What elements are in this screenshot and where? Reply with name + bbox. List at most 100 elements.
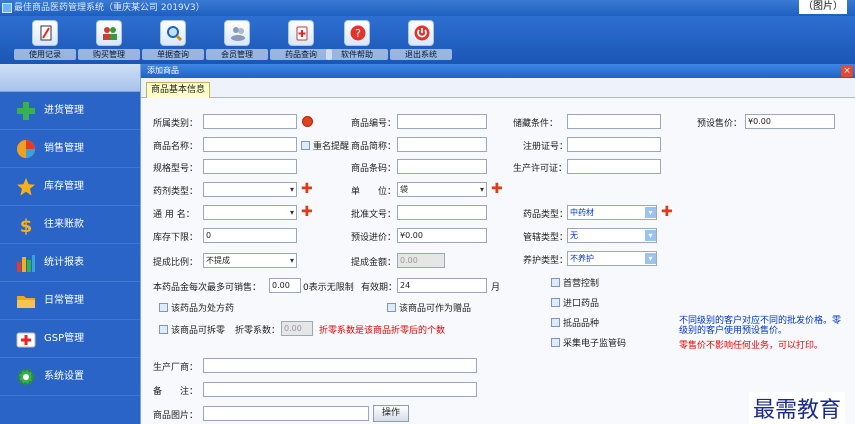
- validity-input[interactable]: 24: [397, 278, 487, 293]
- watermark: 最需教育: [748, 392, 845, 424]
- add-unit-plus-icon[interactable]: ✚: [491, 182, 503, 196]
- svg-text:?: ?: [355, 27, 361, 40]
- discount-note: 折零系数是该商品折零后的个数: [319, 326, 446, 336]
- drug-type-label: 药品类型：: [523, 210, 569, 220]
- dup-check-checkbox[interactable]: 重名提醒: [301, 139, 349, 152]
- drug-type-select[interactable]: 中药材: [567, 205, 657, 220]
- bar-chart-icon: [17, 255, 35, 272]
- dosage-select[interactable]: [203, 182, 297, 197]
- sidebar: 进货管理 销售管理 库存管理 $ 往来账款 统计报表 日常管理 GSP管理 系统…: [0, 64, 140, 424]
- spec-input[interactable]: [203, 159, 297, 174]
- sidebar-item-settings[interactable]: 系统设置: [0, 358, 140, 396]
- remark-label: 备 注：: [153, 387, 199, 397]
- sidebar-item-purchase[interactable]: 进货管理: [0, 92, 140, 130]
- common-name-label: 通 用 名：: [153, 210, 195, 220]
- add-drug-type-plus-icon[interactable]: ✚: [661, 205, 673, 219]
- sidebar-item-reports[interactable]: 统计报表: [0, 244, 140, 282]
- users-icon: [96, 20, 122, 46]
- sidebar-item-sales[interactable]: 销售管理: [0, 130, 140, 168]
- license-input[interactable]: [567, 159, 661, 174]
- stock-low-input[interactable]: 0: [203, 228, 297, 243]
- preset-cost-label: 预设进价：: [351, 233, 397, 243]
- document-query-button[interactable]: 单据查询: [142, 20, 204, 64]
- unit-select[interactable]: 袋: [397, 182, 487, 197]
- help-button[interactable]: ? 软件帮助: [326, 20, 388, 64]
- image-label: 商品图片：: [153, 411, 199, 421]
- commission-ratio-select[interactable]: 不提成: [203, 253, 297, 268]
- approval-label: 批准文号：: [351, 210, 397, 220]
- special-variety-checkbox[interactable]: 抵品品种: [551, 316, 599, 329]
- split-checkbox[interactable]: 该商品可拆零: [159, 323, 225, 336]
- commission-amount-label: 提成金额：: [351, 258, 397, 268]
- barcode-label: 商品条码：: [351, 164, 397, 174]
- max-sale-label: 本药品金每次最多可销售：: [153, 283, 262, 293]
- edit-icon[interactable]: [302, 116, 313, 127]
- prescription-checkbox[interactable]: 该药品为处方药: [159, 301, 234, 314]
- approval-input[interactable]: [397, 205, 487, 220]
- storage-label: 储藏条件：: [513, 119, 559, 129]
- first-control-checkbox[interactable]: 首营控制: [551, 276, 599, 289]
- drug-query-button[interactable]: 药品查询: [270, 20, 332, 64]
- gear-icon: [17, 368, 35, 386]
- maint-type-select[interactable]: 不养护: [567, 251, 657, 266]
- license-label: 生产许可证：: [513, 164, 568, 174]
- category-input[interactable]: [203, 114, 297, 129]
- barcode-input[interactable]: [397, 159, 487, 174]
- title-bar: 最佳商品医药管理系统（重庆某公司 2019V3）: [0, 0, 855, 16]
- preset-cost-input[interactable]: ¥0.00: [397, 228, 487, 243]
- import-checkbox[interactable]: 进口药品: [551, 296, 599, 309]
- validity-unit: 月: [491, 283, 501, 293]
- sidebar-item-accounts[interactable]: $ 往来账款: [0, 206, 140, 244]
- short-name-input[interactable]: [397, 137, 487, 152]
- folder-icon: [17, 296, 35, 308]
- sidebar-item-gsp[interactable]: GSP管理: [0, 320, 140, 358]
- app-icon: [2, 3, 12, 13]
- image-action-button[interactable]: 操作: [373, 405, 409, 422]
- tab-basic-info[interactable]: 商品基本信息: [146, 82, 211, 98]
- ecode-checkbox[interactable]: 采集电子监管码: [551, 336, 626, 349]
- maker-input[interactable]: [203, 358, 477, 373]
- member-manage-button[interactable]: 会员管理: [206, 20, 268, 64]
- product-no-input[interactable]: [397, 114, 487, 129]
- commission-amount-input[interactable]: 0.00: [397, 253, 445, 268]
- unit-label: 单 位：: [351, 187, 397, 197]
- svg-text:$: $: [20, 216, 33, 235]
- plus-icon: [17, 102, 35, 120]
- price-level-note: 不同级别的客户对应不同的批发价格。零级别的客户使用预设售价。: [679, 316, 842, 336]
- category-label: 所属类别：: [153, 119, 199, 129]
- sidebar-item-daily[interactable]: 日常管理: [0, 282, 140, 320]
- max-sale-input[interactable]: 0.00: [269, 278, 301, 293]
- stock-low-label: 库存下限：: [153, 233, 199, 243]
- reg-no-input[interactable]: [567, 137, 661, 152]
- preset-price-input[interactable]: ¥0.00: [745, 114, 835, 129]
- mgmt-type-select[interactable]: 无: [567, 228, 657, 243]
- purchase-manage-button[interactable]: 购买管理: [78, 20, 140, 64]
- usage-record-button[interactable]: 使用记录: [14, 20, 76, 64]
- image-input[interactable]: [203, 406, 369, 421]
- product-no-label: 商品编号：: [351, 119, 397, 129]
- discount-input[interactable]: 0.00: [281, 321, 313, 336]
- name-label: 商品名称：: [153, 142, 199, 152]
- sidebar-item-inventory[interactable]: 库存管理: [0, 168, 140, 206]
- common-name-select[interactable]: [203, 205, 297, 220]
- tab-bar: 商品基本信息: [141, 78, 855, 98]
- notebook-icon: [32, 20, 58, 46]
- mgmt-type-label: 管辖类型：: [523, 233, 569, 243]
- max-sale-hint: 0表示无限制: [303, 283, 354, 293]
- close-icon[interactable]: ×: [841, 65, 853, 77]
- name-input[interactable]: [203, 137, 297, 152]
- dialog-title: 添加商品: [147, 66, 179, 75]
- exit-button[interactable]: 退出系统: [390, 20, 452, 64]
- storage-input[interactable]: [567, 114, 661, 129]
- add-common-name-plus-icon[interactable]: ✚: [301, 205, 313, 219]
- reg-no-label: 注册证号：: [523, 142, 569, 152]
- dialog-title-bar: 添加商品 ×: [141, 64, 855, 78]
- add-dosage-plus-icon[interactable]: ✚: [301, 182, 313, 196]
- remark-input[interactable]: [203, 382, 477, 397]
- discount-label: 折零系数：: [235, 326, 281, 336]
- commission-ratio-label: 提成比例：: [153, 258, 199, 268]
- main-toolbar: 使用记录 购买管理 单据查询 会员管理 药品查询 ? 软件帮助 退出系统: [0, 16, 855, 64]
- maker-label: 生产厂商：: [153, 363, 199, 373]
- dollar-icon: $: [20, 216, 33, 235]
- gift-checkbox[interactable]: 该商品可作为赠品: [387, 301, 471, 314]
